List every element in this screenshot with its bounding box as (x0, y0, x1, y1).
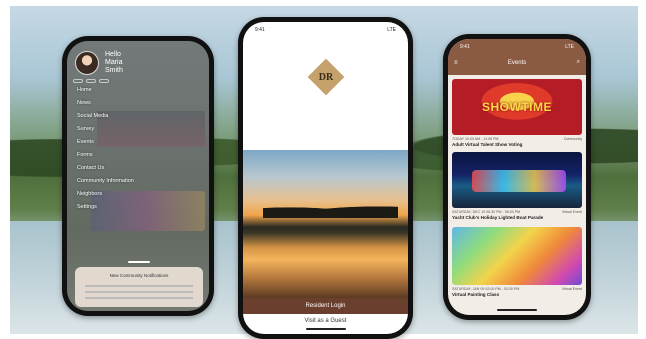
event-card[interactable]: SATURDAY, JAN 09 02:00 PM - 03:30 PM Vir… (452, 227, 582, 297)
sheet-handle[interactable] (128, 261, 150, 263)
profile-pill-3[interactable] (99, 79, 109, 83)
menu-item-contact-us[interactable]: Contact Us (77, 165, 134, 171)
status-signal: LTE (387, 27, 396, 33)
left-phone-screen: Hello Maria Smith Home News Social Media… (67, 41, 209, 311)
status-bar: 9:41 LTE (460, 44, 574, 50)
search-icon[interactable]: ⌕ (577, 59, 580, 66)
notification-line (85, 285, 193, 287)
events-nav-bar: ≡ Events ⌕ (454, 59, 580, 66)
event-location: Virtual Event (561, 287, 582, 291)
silhouette-trees (263, 202, 398, 218)
right-phone: 9:41 LTE ≡ Events ⌕ SHOWTIME TODAY 10:00… (443, 34, 591, 320)
menu-item-home[interactable]: Home (77, 87, 134, 93)
profile-block[interactable]: Hello Maria Smith (75, 51, 123, 76)
profile-pill-1[interactable] (73, 79, 83, 83)
status-time: 9:41 (460, 44, 470, 50)
sunset-lake-photo (243, 150, 408, 298)
event-meta: SATURDAY, JAN 09 02:00 PM - 03:30 PM Vir… (452, 287, 582, 291)
event-title: Adult Virtual Talent Show Voting (452, 142, 523, 147)
event-date: TODAY 10:00 AM - 11:55 PM (452, 137, 499, 141)
notifications-title: New Community Notifications (109, 273, 169, 278)
events-header: 9:41 LTE ≡ Events ⌕ (448, 39, 586, 75)
home-indicator[interactable] (497, 309, 537, 311)
avatar[interactable] (75, 51, 99, 76)
resident-login-label: Resident Login (305, 303, 346, 309)
side-menu: Home News Social Media Survey Events For… (77, 87, 134, 210)
right-phone-screen: 9:41 LTE ≡ Events ⌕ SHOWTIME TODAY 10:00… (448, 39, 586, 315)
event-date: SATURDAY, DEC 19 06:30 PM - 08:00 PM (452, 210, 521, 214)
status-time: 9:41 (255, 27, 265, 33)
middle-phone: 9:41 LTE DR Resident Login Visit as a Gu… (238, 17, 413, 339)
menu-item-news[interactable]: News (77, 100, 134, 106)
event-image-word: SHOWTIME (482, 100, 552, 114)
menu-item-forms[interactable]: Forms (77, 152, 134, 158)
notification-line (85, 297, 193, 299)
event-meta: TODAY 10:00 AM - 11:55 PM Community (452, 137, 582, 141)
profile-last-name: Smith (105, 67, 123, 75)
notification-line (85, 291, 193, 293)
profile-pills (73, 79, 109, 83)
event-image-showtime: SHOWTIME (452, 79, 582, 135)
profile-first-name: Maria (105, 59, 123, 67)
menu-item-social-media[interactable]: Social Media (77, 113, 134, 119)
app-showcase: Hello Maria Smith Home News Social Media… (0, 0, 646, 339)
event-title: Yacht Club's Holiday Lighted Boat Parade (452, 215, 544, 220)
guest-link[interactable]: Visit as a Guest (243, 318, 408, 324)
event-location: Virtual Event (561, 210, 582, 214)
left-phone: Hello Maria Smith Home News Social Media… (62, 36, 214, 316)
profile-greeting: Hello (105, 51, 121, 58)
event-meta: SATURDAY, DEC 19 06:30 PM - 08:00 PM Vir… (452, 210, 582, 214)
profile-pill-2[interactable] (86, 79, 96, 83)
notifications-sheet[interactable]: New Community Notifications (75, 261, 203, 307)
event-image-boat-parade (452, 152, 582, 208)
hamburger-icon[interactable]: ≡ (454, 60, 458, 66)
menu-item-events[interactable]: Events (77, 139, 134, 145)
status-signal: LTE (565, 44, 574, 50)
event-image-painting (452, 227, 582, 285)
menu-item-community-information[interactable]: Community Information (77, 178, 134, 184)
status-bar: 9:41 LTE (255, 27, 396, 33)
event-title: Virtual Painting Class (452, 292, 500, 297)
brand-logo: DR (307, 58, 344, 96)
home-indicator[interactable] (305, 328, 346, 330)
resident-login-button[interactable]: Resident Login (243, 298, 408, 314)
menu-item-neighbors[interactable]: Neighbors (77, 191, 134, 197)
event-location: Community (563, 137, 582, 141)
event-card[interactable]: SHOWTIME TODAY 10:00 AM - 11:55 PM Commu… (452, 79, 582, 147)
middle-phone-screen: 9:41 LTE DR Resident Login Visit as a Gu… (243, 22, 408, 334)
menu-item-settings[interactable]: Settings (77, 204, 134, 210)
profile-text: Hello Maria Smith (105, 51, 123, 75)
events-title: Events (507, 59, 527, 66)
event-date: SATURDAY, JAN 09 02:00 PM - 03:30 PM (452, 287, 520, 291)
menu-item-survey[interactable]: Survey (77, 126, 134, 132)
brand-logo-text: DR (318, 71, 333, 83)
event-card[interactable]: SATURDAY, DEC 19 06:30 PM - 08:00 PM Vir… (452, 152, 582, 220)
